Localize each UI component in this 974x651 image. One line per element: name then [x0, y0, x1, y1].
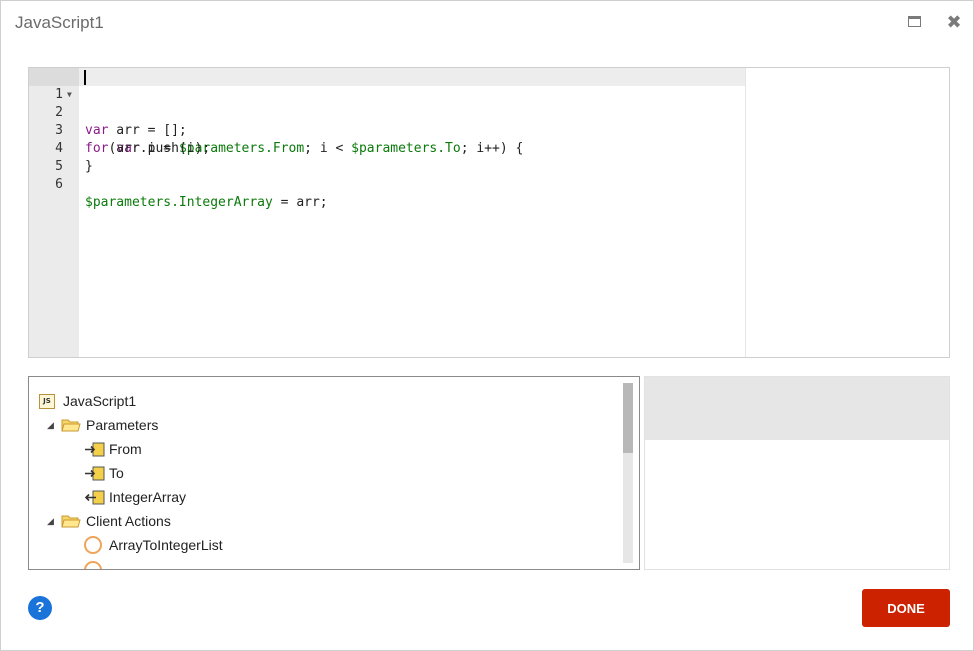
close-icon[interactable]: ✖ [943, 11, 965, 33]
tree-item-client-actions[interactable]: ◢ Client Actions [47, 509, 347, 533]
help-button[interactable]: ? [28, 596, 52, 620]
javascript-editor-dialog: JavaScript1 ✖ 1 var arr = []; 2 ▼ for(va… [0, 0, 974, 651]
tree-item-javascript1[interactable]: JS JavaScript1 [39, 389, 339, 413]
tree-item-partial[interactable] [84, 558, 114, 569]
code-token: $parameters.IntegerArray [85, 195, 273, 210]
description-panel-header [645, 377, 949, 440]
client-action-icon [84, 561, 102, 569]
folder-open-icon [61, 515, 81, 528]
tree-item-arraytointegerlist[interactable]: ArrayToIntegerList [84, 533, 384, 557]
fold-toggle-icon[interactable]: ▼ [67, 86, 72, 104]
expand-triangle-icon[interactable]: ◢ [47, 509, 54, 533]
tree-item-label: Parameters [86, 417, 159, 433]
tree-item-label: Client Actions [86, 513, 171, 529]
maximize-icon[interactable] [903, 11, 925, 33]
tree-item-label: JavaScript1 [63, 393, 137, 409]
code-line[interactable]: 4 } [29, 122, 745, 174]
input-parameter-icon [85, 442, 105, 457]
client-action-icon [84, 536, 102, 554]
code-line[interactable]: 5 [29, 140, 745, 174]
tree-scrollbar-thumb[interactable] [623, 383, 633, 453]
input-parameter-icon [85, 466, 105, 481]
code-line[interactable]: 2 ▼ for(var i = $parameters.From; i < $p… [29, 86, 745, 156]
code-line[interactable]: 1 var arr = []; [29, 68, 745, 138]
output-parameter-icon [84, 490, 105, 505]
tree-item-label: To [109, 465, 124, 481]
text-cursor [84, 70, 86, 85]
tree-item-parameters[interactable]: ◢ Parameters [47, 413, 347, 437]
javascript-file-icon: JS [39, 394, 55, 409]
done-button[interactable]: DONE [862, 589, 950, 627]
dialog-title: JavaScript1 [15, 13, 104, 32]
tree-item-label: IntegerArray [109, 489, 187, 505]
code-editor[interactable]: 1 var arr = []; 2 ▼ for(var i = $paramet… [28, 67, 950, 358]
tree-item-label: From [109, 441, 142, 457]
code-token: = arr; [272, 195, 328, 210]
tree-item-label: ArrayToIntegerList [109, 537, 223, 553]
folder-open-icon [61, 419, 81, 432]
tree-item-integerarray[interactable]: IntegerArray [84, 485, 384, 509]
description-panel [644, 376, 950, 570]
print-margin [745, 68, 746, 357]
parameters-tree[interactable]: JS JavaScript1 ◢ Parameters From To Inte… [28, 376, 640, 570]
code-line[interactable]: 6 $parameters.IntegerArray = arr; [29, 158, 745, 210]
tree-item-to[interactable]: To [84, 461, 384, 485]
line-number: 6 [55, 177, 63, 192]
expand-triangle-icon[interactable]: ◢ [47, 413, 54, 437]
tree-item-from[interactable]: From [84, 437, 384, 461]
code-line[interactable]: 3 arr.push(i); [29, 104, 745, 156]
